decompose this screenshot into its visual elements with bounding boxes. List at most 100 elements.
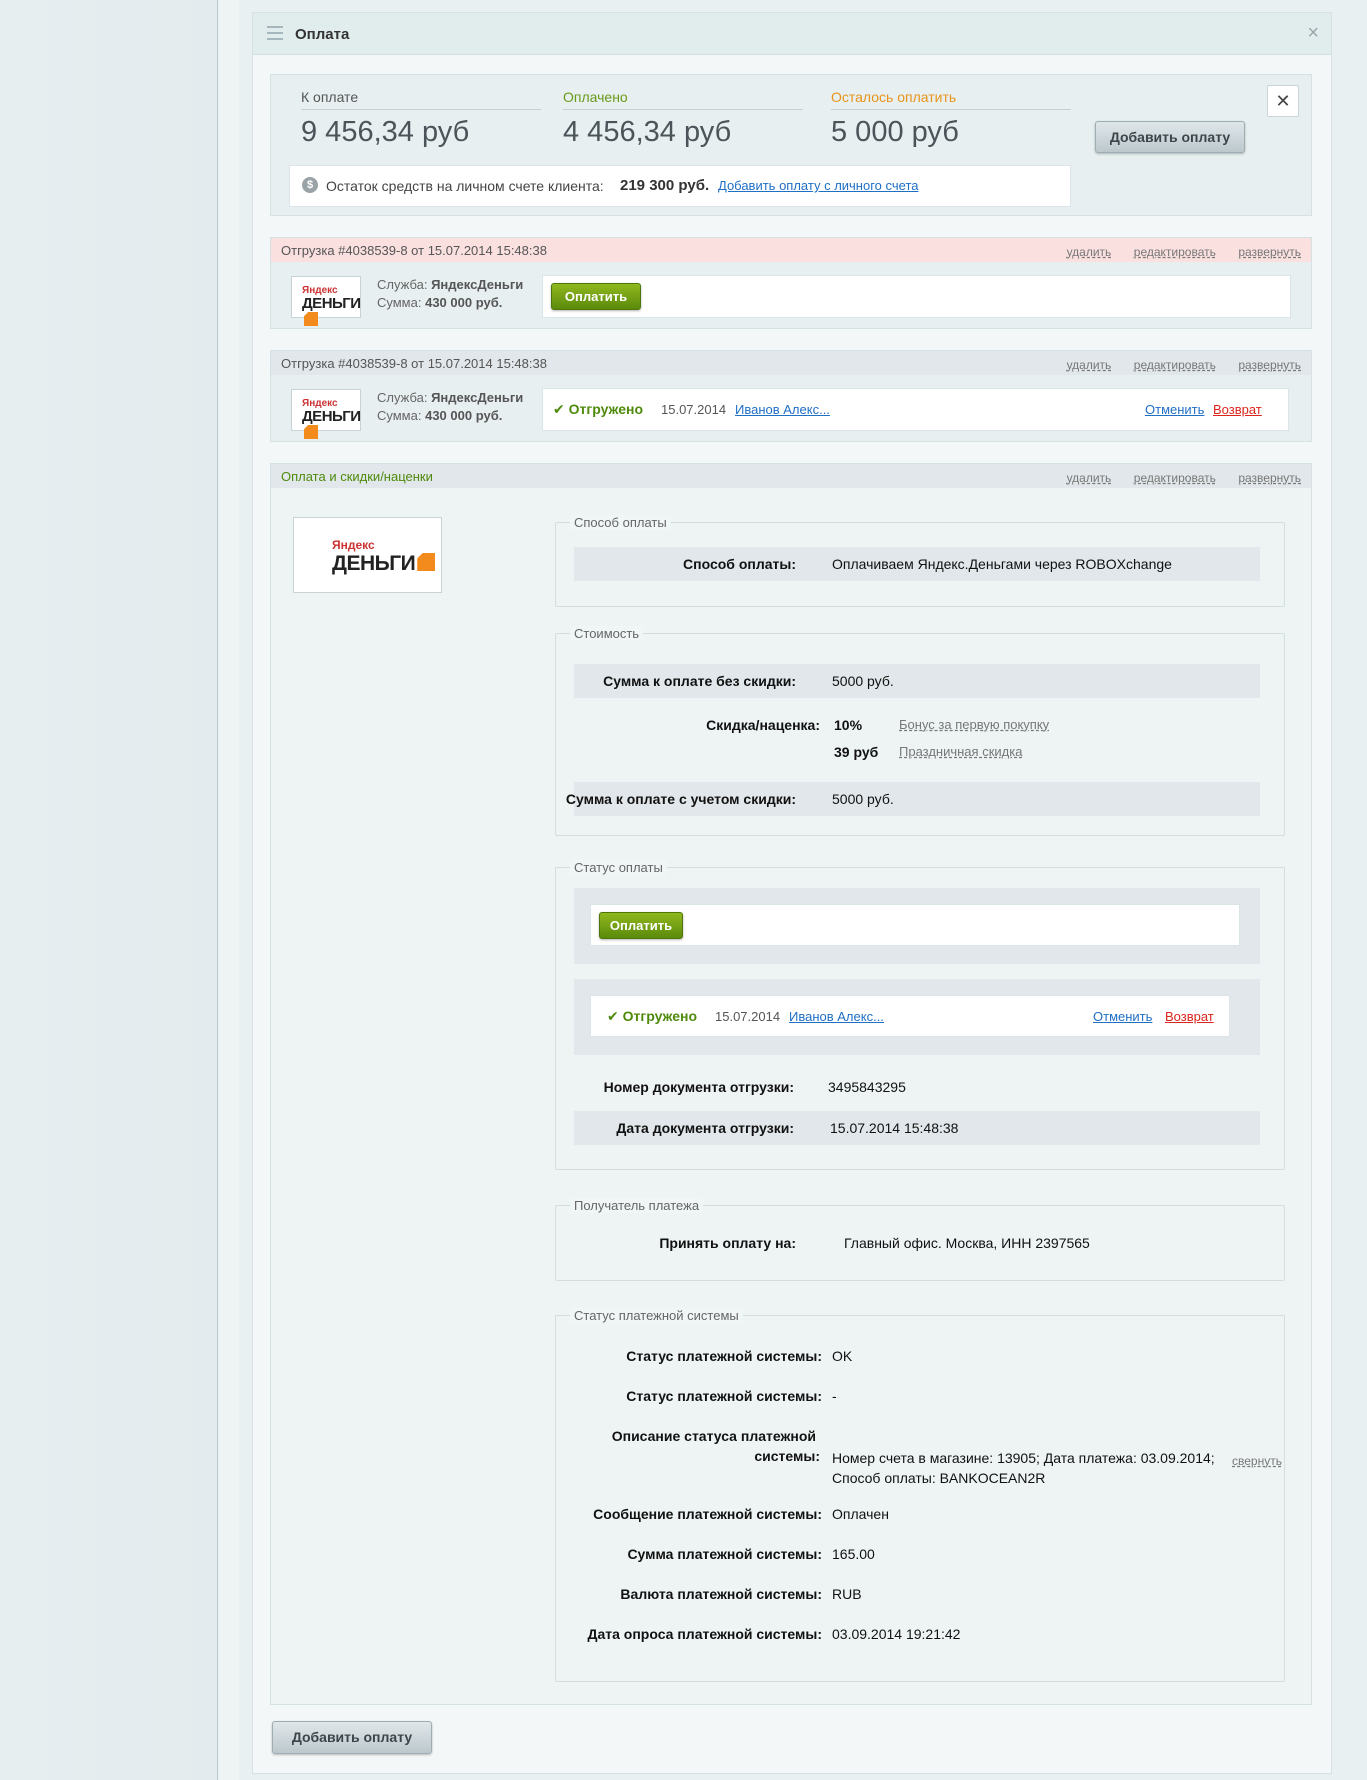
shipment-title: Отгрузка #4038539-8 от 15.07.2014 15:48:… <box>281 356 547 371</box>
shipped-status: ✔ Отгружено <box>607 1008 697 1025</box>
balance-value: 219 300 руб. <box>620 177 710 194</box>
ps-currency-value: RUB <box>832 1586 862 1602</box>
section-legend: Способ оплаты <box>570 515 671 530</box>
section-legend: Статус оплаты <box>570 860 667 875</box>
recipient-row: Принять оплату на: Главный офис. Москва,… <box>574 1226 1260 1260</box>
discount-percent: 10% <box>834 717 863 733</box>
row-value: Главный офис. Москва, ИНН 2397565 <box>844 1235 1090 1251</box>
row-value: 5000 руб. <box>832 791 894 807</box>
edit-link[interactable]: редактировать <box>1134 358 1216 372</box>
wallet-icon <box>304 425 318 439</box>
wallet-icon <box>304 312 318 326</box>
add-payment-button[interactable]: Добавить оплату <box>1095 121 1245 153</box>
doc-number-row: Номер документа отгрузки: 3495843295 <box>574 1070 1260 1104</box>
sum-value: 430 000 руб. <box>425 408 503 423</box>
shipped-status: ✔ Отгружено <box>553 401 643 418</box>
pay-action-area: Оплатить <box>574 888 1260 964</box>
user-link[interactable]: Иванов Алекс... <box>789 1009 884 1024</box>
logo-dengi: ДЕНЬГИ <box>302 295 361 329</box>
pay-button[interactable]: Оплатить <box>551 283 641 310</box>
edit-link[interactable]: редактировать <box>1134 471 1216 485</box>
panel-header: Оплата × <box>253 13 1331 55</box>
section-legend: Стоимость <box>570 626 644 641</box>
doc-date-row: Дата документа отгрузки: 15.07.2014 15:4… <box>574 1111 1260 1145</box>
section-legend: Статус платежной системы <box>570 1308 743 1323</box>
ps-desc-value-line2: Способ оплаты: BANKOCEAN2R <box>832 1470 1046 1486</box>
shipment-actions: удалить редактировать развернуть <box>1049 243 1301 261</box>
ps-date-value: 03.09.2014 19:21:42 <box>832 1626 961 1642</box>
due-label: К оплате <box>301 89 541 110</box>
logo-dengi-text: ДЕНЬГИ <box>302 408 361 425</box>
shipped-status-text: Отгружено <box>568 401 644 417</box>
ps-status-value: OK <box>832 1348 853 1364</box>
paid-label: Оплачено <box>563 89 803 110</box>
sum-label: Сумма: <box>377 295 422 310</box>
check-icon: ✔ <box>607 1008 619 1024</box>
ps-message-key: Сообщение платежной системы: <box>593 1506 822 1522</box>
row-key: Дата документа отгрузки: <box>616 1120 794 1136</box>
collapse-link[interactable]: свернуть <box>1232 1454 1282 1468</box>
yandex-money-logo: Яндекс ДЕНЬГИ <box>291 389 361 439</box>
pay-button[interactable]: Оплатить <box>599 912 683 939</box>
delete-link[interactable]: удалить <box>1067 358 1112 372</box>
ps-desc-key-line2: системы: <box>754 1448 820 1464</box>
close-summary-button[interactable]: ✕ <box>1267 85 1299 117</box>
yandex-money-logo-large: Яндекс ДЕНЬГИ <box>293 517 442 593</box>
discount-key: Скидка/наценка: <box>706 717 820 733</box>
expand-link[interactable]: развернуть <box>1238 358 1301 372</box>
shipment-action-bar: Оплатить <box>542 275 1291 318</box>
service-label: Служба: <box>377 390 428 405</box>
due-value: 9 456,34 руб <box>301 116 470 148</box>
shipment-actions: удалить редактировать развернуть <box>1049 356 1301 374</box>
check-icon: ✔ <box>553 401 565 417</box>
paid-value: 4 456,34 руб <box>563 116 732 148</box>
expand-link[interactable]: развернуть <box>1238 245 1301 259</box>
expand-link[interactable]: развернуть <box>1238 471 1301 485</box>
close-icon[interactable]: × <box>1307 22 1319 45</box>
edit-link[interactable]: редактировать <box>1134 245 1216 259</box>
row-key: Принять оплату на: <box>659 1235 796 1251</box>
payment-method-section: Способ оплаты Способ оплаты: Оплачиваем … <box>555 515 1285 607</box>
logo-dengi: ДЕНЬГИ <box>332 552 436 576</box>
ps-status2-key: Статус платежной системы: <box>626 1388 822 1404</box>
payment-details-title: Оплата и скидки/наценки <box>281 469 433 484</box>
ps-status-key: Статус платежной системы: <box>626 1348 822 1364</box>
discount-rub: 39 руб <box>834 744 879 760</box>
row-value: 15.07.2014 15:48:38 <box>830 1120 959 1136</box>
holiday-discount-link[interactable]: Праздничная скидка <box>899 744 1022 759</box>
recipient-section: Получатель платежа Принять оплату на: Гл… <box>555 1198 1285 1281</box>
wallet-icon <box>417 553 436 571</box>
refund-link[interactable]: Возврат <box>1213 402 1262 417</box>
add-payment-footer-button[interactable]: Добавить оплату <box>272 1721 432 1754</box>
row-key: Способ оплаты: <box>683 556 796 572</box>
ps-sum-key: Сумма платежной системы: <box>627 1546 822 1562</box>
left-label: Осталось оплатить <box>831 89 1071 110</box>
ps-desc-key-line1: Описание статуса платежной <box>611 1428 816 1444</box>
page-gutter <box>219 0 239 1780</box>
logo-dengi-text: ДЕНЬГИ <box>302 295 361 312</box>
shipment-header: Отгрузка #4038539-8 от 15.07.2014 15:48:… <box>271 351 1311 375</box>
panel-title: Оплата <box>295 26 350 43</box>
ps-date-key: Дата опроса платежной системы: <box>587 1626 823 1642</box>
service-info: Служба: ЯндексДеньги Сумма: 430 000 руб. <box>377 276 523 312</box>
left-column: Осталось оплатить 5 000 руб <box>831 89 1071 149</box>
menu-icon[interactable] <box>267 26 283 40</box>
refund-link[interactable]: Возврат <box>1165 1009 1214 1024</box>
first-purchase-bonus-link[interactable]: Бонус за первую покупку <box>899 717 1049 732</box>
cost-section: Стоимость Сумма к оплате без скидки: 500… <box>555 626 1285 836</box>
cancel-link[interactable]: Отменить <box>1145 402 1204 417</box>
service-name: ЯндексДеньги <box>431 390 524 405</box>
row-key: Сумма к оплате без скидки: <box>603 673 796 689</box>
cancel-link[interactable]: Отменить <box>1093 1009 1152 1024</box>
delete-link[interactable]: удалить <box>1067 471 1112 485</box>
yandex-money-logo: Яндекс ДЕНЬГИ <box>291 276 361 326</box>
ps-status2-value: - <box>832 1388 837 1404</box>
add-from-account-link[interactable]: Добавить оплату с личного счета <box>718 178 918 193</box>
user-link[interactable]: Иванов Алекс... <box>735 402 830 417</box>
payment-panel: Оплата × К оплате 9 456,34 руб Оплачено … <box>252 12 1332 1774</box>
service-info: Служба: ЯндексДеньги Сумма: 430 000 руб. <box>377 389 523 425</box>
sum-no-discount-row: Сумма к оплате без скидки: 5000 руб. <box>574 664 1260 698</box>
sum-with-discount-row: Сумма к оплате с учетом скидки: 5000 руб… <box>566 782 1260 816</box>
delete-link[interactable]: удалить <box>1067 245 1112 259</box>
row-key: Номер документа отгрузки: <box>603 1079 794 1095</box>
